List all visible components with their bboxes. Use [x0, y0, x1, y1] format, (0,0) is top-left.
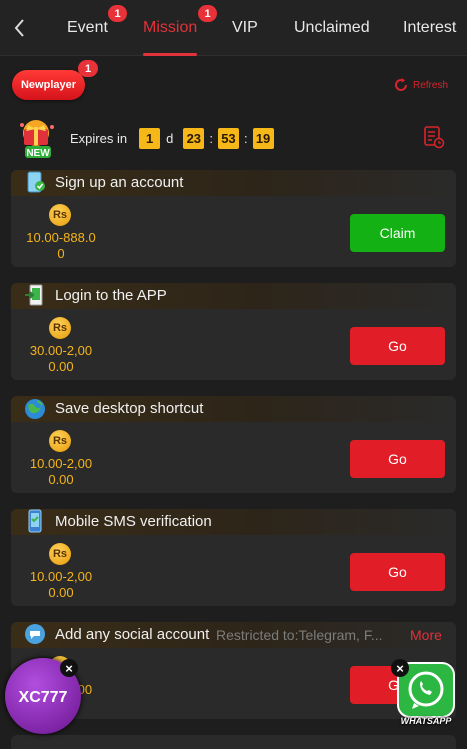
- new-gift-icon: NEW: [14, 115, 62, 161]
- task-reward-amount: 10.00-2,00 0.00: [19, 569, 103, 601]
- tab-mission[interactable]: Mission: [143, 0, 198, 56]
- countdown-seconds: 19: [252, 127, 274, 149]
- reward-line-2: 0.00: [48, 472, 74, 487]
- tab-active-underline: [143, 53, 198, 56]
- newplayer-badge: 1: [78, 60, 98, 77]
- tab-event-badge: 1: [108, 5, 127, 22]
- task-reward-amount: 10.00-2,00 0.00: [19, 456, 103, 488]
- tab-vip[interactable]: VIP: [232, 0, 258, 56]
- countdown-days: 1: [139, 127, 161, 149]
- tab-unclaimed[interactable]: Unclaimed: [294, 0, 370, 56]
- reward-line-1: 10.00-2,00: [29, 456, 93, 471]
- restricted-platforms: Restricted to:Telegram, F...: [216, 627, 383, 643]
- login-app-icon: [23, 283, 47, 307]
- reward-line-2: 0.00: [48, 585, 74, 600]
- tab-interest[interactable]: Interest: [403, 0, 456, 56]
- rupee-coin-icon: Rs: [49, 430, 71, 452]
- more-link[interactable]: More: [410, 627, 442, 643]
- xc777-label: XC777: [19, 689, 68, 706]
- rupee-coin-icon: Rs: [49, 204, 71, 226]
- newplayer-button[interactable]: Newplayer: [12, 70, 85, 100]
- rupee-coin-icon: Rs: [49, 317, 71, 339]
- reward-line-1: 10.00-2,00: [29, 569, 93, 584]
- task-reward-amount: 30.00-2,00 0.00: [19, 343, 103, 375]
- tab-unclaimed-label: Unclaimed: [294, 19, 370, 36]
- globe-icon: [23, 396, 47, 420]
- refresh-button[interactable]: Refresh: [392, 76, 448, 94]
- task-card-partial: [11, 735, 456, 749]
- task-reward-amount: 10.00-888.0 0: [19, 230, 103, 262]
- task-card-login-app: Login to the APP Rs 30.00-2,00 0.00 Go: [11, 283, 456, 380]
- expires-countdown: Expires in 1 d 23 : 53 : 19: [70, 127, 274, 149]
- task-card-desktop-shortcut: Save desktop shortcut Rs 10.00-2,00 0.00…: [11, 396, 456, 493]
- tab-vip-label: VIP: [232, 19, 258, 36]
- close-xc777-widget-icon[interactable]: ×: [60, 659, 78, 677]
- tab-event[interactable]: Event: [67, 0, 108, 56]
- task-title: Add any social account: [55, 626, 210, 643]
- tab-event-label: Event: [67, 19, 108, 36]
- reward-line-2: 0.00: [48, 359, 74, 374]
- tab-interest-label: Interest: [403, 19, 457, 36]
- task-title: Sign up an account: [55, 174, 184, 191]
- countdown-sep: :: [209, 130, 213, 146]
- reward-line-2: 0: [57, 246, 65, 261]
- reward-line-1: 30.00-2,00: [29, 343, 93, 358]
- top-tab-bar: Event 1 Mission 1 VIP Unclaimed Interest: [0, 0, 467, 56]
- back-chevron-icon[interactable]: [8, 14, 32, 42]
- expires-label: Expires in: [70, 130, 128, 146]
- close-whatsapp-widget-icon[interactable]: ×: [391, 659, 409, 677]
- task-title: Login to the APP: [55, 287, 167, 304]
- social-chat-icon: [23, 622, 47, 646]
- gift-new-label: NEW: [26, 148, 50, 159]
- task-title: Mobile SMS verification: [55, 513, 212, 530]
- countdown-hours: 23: [183, 127, 205, 149]
- whatsapp-label: WHATSAPP: [400, 716, 452, 726]
- task-history-icon[interactable]: [423, 125, 445, 149]
- task-title: Save desktop shortcut: [55, 400, 204, 417]
- sms-phone-icon: [23, 509, 47, 533]
- tab-mission-badge: 1: [198, 5, 217, 22]
- claim-button[interactable]: Claim: [350, 214, 445, 252]
- go-button[interactable]: Go: [350, 327, 445, 365]
- phone-icon: [23, 170, 47, 194]
- tab-mission-label: Mission: [143, 19, 198, 36]
- refresh-label: Refresh: [413, 79, 449, 91]
- countdown-sep: :: [243, 130, 248, 146]
- rupee-coin-icon: Rs: [49, 543, 71, 565]
- task-card-signup: Sign up an account Rs 10.00-888.0 0 Clai…: [11, 170, 456, 267]
- countdown-minutes: 53: [217, 127, 239, 149]
- newplayer-label: Newplayer: [20, 79, 77, 91]
- countdown-day-unit: d: [166, 130, 174, 146]
- go-button[interactable]: Go: [350, 440, 445, 478]
- refresh-icon: [395, 78, 407, 91]
- go-button[interactable]: Go: [350, 553, 445, 591]
- task-card-sms-verification: Mobile SMS verification Rs 10.00-2,00 0.…: [11, 509, 456, 606]
- reward-line-1: 10.00-888.0: [26, 230, 96, 245]
